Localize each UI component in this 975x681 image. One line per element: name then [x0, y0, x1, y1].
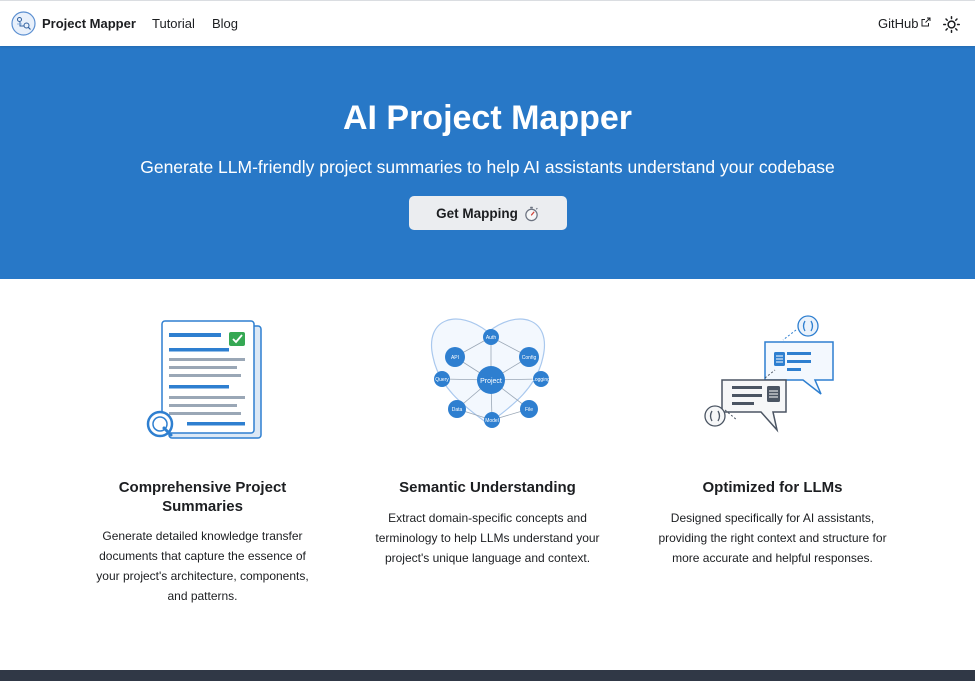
hero-subtitle: Generate LLM-friendly project summaries … — [140, 157, 835, 177]
feature-description: Designed specifically for AI assistants,… — [658, 511, 887, 565]
github-label: GitHub — [878, 16, 919, 31]
knowledge-graph-icon: Project Auth Config Logging File Model D… — [430, 318, 550, 428]
external-link-icon — [921, 17, 931, 26]
graph-node-label: File — [524, 407, 532, 413]
get-mapping-label: Get Mapping — [436, 205, 518, 221]
nav-link-github[interactable]: GitHub — [878, 16, 931, 31]
feature-description: Generate detailed knowledge transfer doc… — [96, 529, 309, 603]
stopwatch-icon — [525, 206, 538, 221]
brand-title: Project Mapper — [42, 16, 136, 31]
graph-node-label: Model — [485, 418, 499, 424]
feature-title: Comprehensive Project Summaries — [118, 479, 287, 515]
feature-title: Optimized for LLMs — [702, 479, 843, 496]
feature-title: Semantic Understanding — [399, 479, 576, 496]
project-mapper-logo-icon — [11, 11, 36, 36]
graph-node-label: Logging — [532, 377, 550, 383]
chat-bubbles-icon — [703, 315, 834, 433]
hero-title: AI Project Mapper — [342, 99, 633, 137]
nav-link-tutorial[interactable]: Tutorial — [152, 16, 195, 31]
graph-node-label: API — [450, 355, 458, 361]
feature-optimized-llms: Optimized for LLMs Designed specifically… — [630, 312, 915, 565]
feature-description: Extract domain-specific concepts and ter… — [375, 511, 600, 565]
get-mapping-button[interactable]: Get Mapping — [409, 196, 567, 230]
feature-semantic-understanding: Project Auth Config Logging File Model D… — [345, 312, 630, 565]
graph-node-label: Data — [451, 407, 462, 413]
graph-node-label: Auth — [485, 335, 496, 341]
navbar: Project Mapper Tutorial Blog GitHub — [0, 0, 975, 46]
footer — [0, 670, 975, 681]
graph-center-label: Project — [480, 378, 502, 385]
brand-link[interactable]: Project Mapper — [11, 11, 136, 36]
nav-link-blog[interactable]: Blog — [212, 16, 238, 31]
sun-icon[interactable] — [943, 16, 960, 33]
hero-banner: AI Project Mapper Generate LLM-friendly … — [0, 46, 975, 279]
feature-project-summaries: Comprehensive Project Summaries Generate… — [60, 312, 345, 603]
graph-node-label: Config — [521, 355, 536, 361]
document-magnifier-icon — [146, 320, 262, 439]
graph-node-label: Query — [435, 377, 449, 383]
